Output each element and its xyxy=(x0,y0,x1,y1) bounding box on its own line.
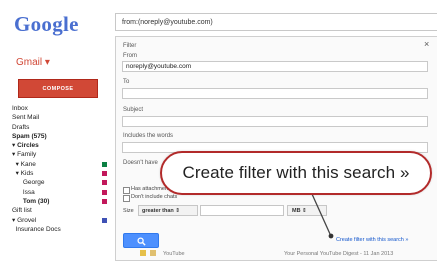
callout-text: Create filter with this search » xyxy=(182,163,410,182)
callout-bubble: Create filter with this search » xyxy=(160,151,432,195)
callout-pointer xyxy=(311,193,334,239)
